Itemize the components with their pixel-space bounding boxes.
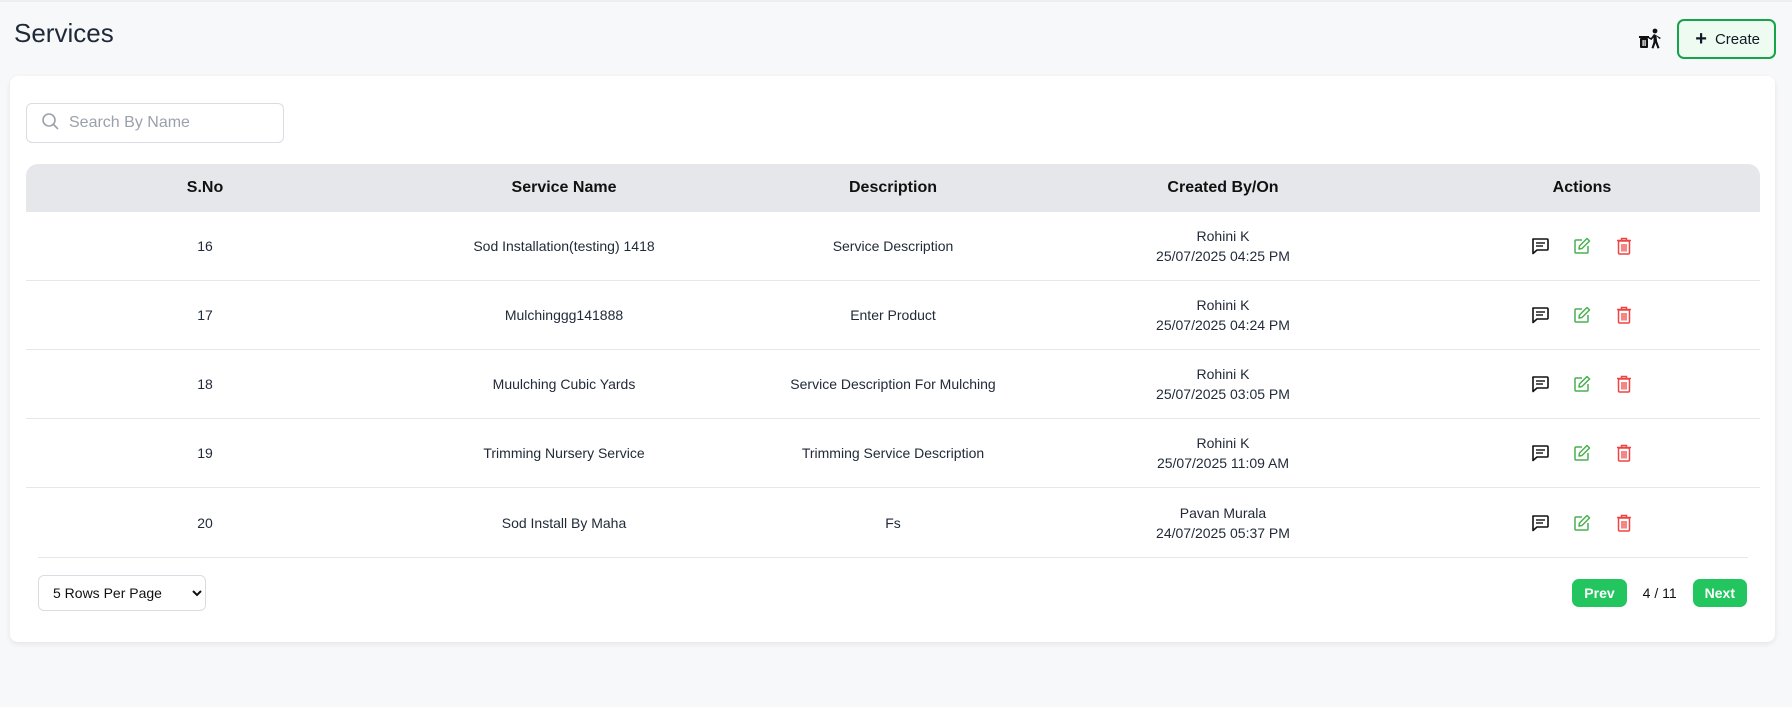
cell-sno: 17 [197,307,213,323]
cell-created: Rohini K 25/07/2025 04:25 PM [1042,226,1404,266]
trash-person-icon[interactable] [1635,24,1665,54]
page-title: Services [14,18,114,48]
edit-icon[interactable] [1572,513,1592,533]
table-row: 18 Muulching Cubic Yards Service Descrip… [26,350,1760,419]
cell-description: Enter Product [850,307,936,323]
header-created: Created By/On [1167,179,1279,196]
created-on: 24/07/2025 05:37 PM [1156,524,1290,541]
cell-created: Rohini K 25/07/2025 04:24 PM [1042,295,1404,335]
cell-sno: 16 [197,238,213,254]
search-input[interactable] [67,113,271,133]
comment-icon[interactable] [1530,236,1550,256]
table-row: 20 Sod Install By Maha Fs Pavan Murala 2… [26,488,1760,557]
created-by: Rohini K [1196,366,1250,382]
cell-description: Service Description For Mulching [790,376,996,392]
cell-actions [1404,305,1760,325]
edit-icon[interactable] [1572,374,1592,394]
table-body: 16 Sod Installation(testing) 1418 Servic… [26,212,1760,557]
cell-actions [1404,513,1760,533]
delete-icon[interactable] [1614,443,1634,463]
search-icon [41,112,59,135]
cell-service-name: Trimming Nursery Service [483,445,645,461]
create-button-label: Create [1714,30,1760,48]
header-actions: Actions [1552,179,1612,196]
create-button[interactable]: + Create [1677,19,1776,59]
created-by: Rohini K [1196,228,1250,244]
cell-actions [1404,236,1760,256]
next-button[interactable]: Next [1692,579,1747,607]
cell-sno: 20 [197,514,213,531]
table-row: 16 Sod Installation(testing) 1418 Servic… [26,212,1760,281]
comment-icon[interactable] [1530,443,1550,463]
cell-actions [1404,443,1760,463]
delete-icon[interactable] [1614,374,1634,394]
cell-created: Rohini K 25/07/2025 11:09 AM [1042,433,1404,473]
cell-sno: 19 [197,445,213,461]
comment-icon[interactable] [1530,374,1550,394]
comment-icon[interactable] [1530,513,1550,533]
created-by: Rohini K [1196,435,1250,451]
top-border [0,0,1792,2]
edit-icon[interactable] [1572,443,1592,463]
edit-icon[interactable] [1572,305,1592,325]
table-row: 19 Trimming Nursery Service Trimming Ser… [26,419,1760,488]
cell-sno: 18 [197,376,213,392]
edit-icon[interactable] [1572,236,1592,256]
created-on: 25/07/2025 03:05 PM [1156,386,1290,402]
cell-actions [1404,374,1760,394]
delete-icon[interactable] [1614,236,1634,256]
cell-created: Rohini K 25/07/2025 03:05 PM [1042,364,1404,404]
prev-button[interactable]: Prev [1572,579,1627,607]
cell-service-name: Muulching Cubic Yards [492,376,636,392]
header-description: Description [848,179,937,196]
cell-service-name: Sod Install By Maha [501,514,627,531]
delete-icon[interactable] [1614,305,1634,325]
pagination: Prev 4 / 11 Next [1572,579,1747,607]
created-by: Pavan Murala [1179,504,1267,521]
delete-icon[interactable] [1614,513,1634,533]
cell-service-name: Sod Installation(testing) 1418 [473,238,655,254]
cell-description: Service Description [832,238,954,254]
services-table: S.No Service Name Description Created By… [26,164,1760,557]
cell-description: Trimming Service Description [801,445,985,461]
comment-icon[interactable] [1530,305,1550,325]
cell-service-name: Mulchinggg141888 [504,307,624,323]
header-actions: + Create [1635,19,1776,59]
created-on: 25/07/2025 04:24 PM [1156,317,1290,333]
created-on: 25/07/2025 04:25 PM [1156,248,1290,264]
search-box[interactable] [26,103,284,143]
header-sno: S.No [186,179,224,196]
cell-created: Pavan Murala 24/07/2025 05:37 PM [1042,503,1404,543]
page-indicator: 4 / 11 [1642,585,1677,601]
plus-icon: + [1695,28,1707,50]
rows-per-page-select[interactable]: 5 Rows Per Page [38,575,206,611]
table-row: 17 Mulchinggg141888 Enter Product Rohini… [26,281,1760,350]
cell-description: Fs [885,514,901,531]
created-by: Rohini K [1196,297,1250,313]
created-on: 25/07/2025 11:09 AM [1156,455,1290,471]
services-card: S.No Service Name Description Created By… [10,76,1775,642]
table-header: S.No Service Name Description Created By… [26,164,1760,212]
table-divider [38,557,1748,558]
header-service-name: Service Name [511,179,617,196]
